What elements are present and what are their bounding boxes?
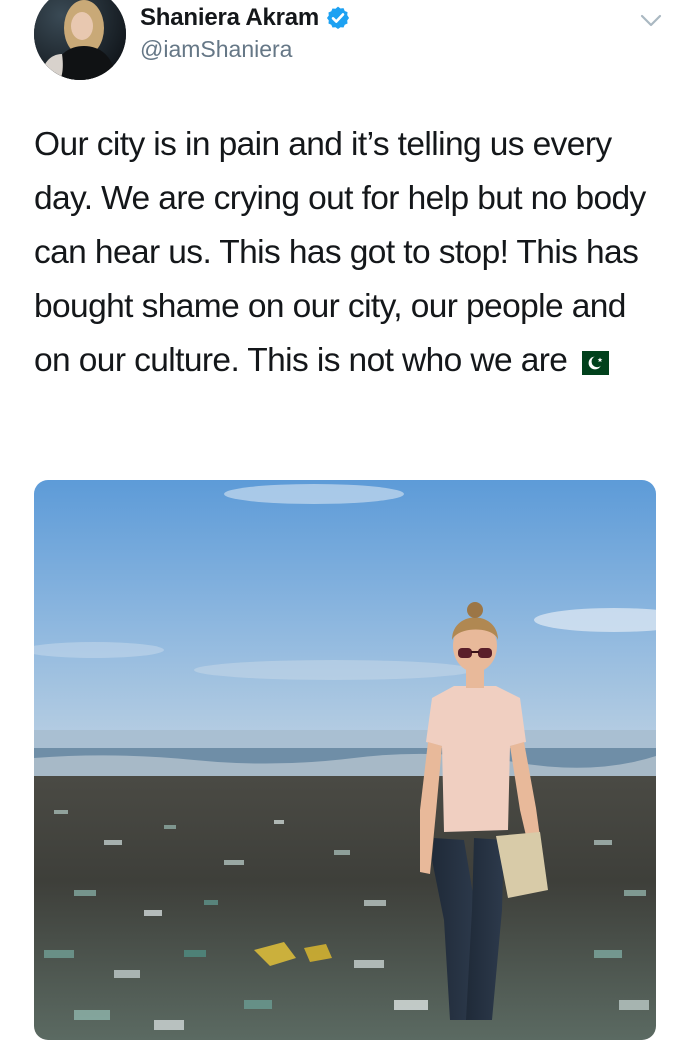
verified-badge-icon — [325, 5, 351, 31]
chevron-down-icon[interactable] — [638, 8, 664, 34]
tweet-media-photo[interactable] — [34, 480, 656, 1040]
tweet-text-body: Our city is in pain and it’s telling us … — [34, 126, 646, 379]
pakistan-flag-icon — [573, 338, 610, 375]
author-handle[interactable]: @iamShaniera — [140, 36, 292, 63]
tweet-text: Our city is in pain and it’s telling us … — [34, 118, 664, 388]
tweet-header: Shaniera Akram @iamShaniera — [34, 0, 664, 90]
avatar[interactable] — [34, 0, 126, 80]
author-display-name[interactable]: Shaniera Akram — [140, 4, 319, 32]
author-name-row: Shaniera Akram — [140, 4, 351, 32]
